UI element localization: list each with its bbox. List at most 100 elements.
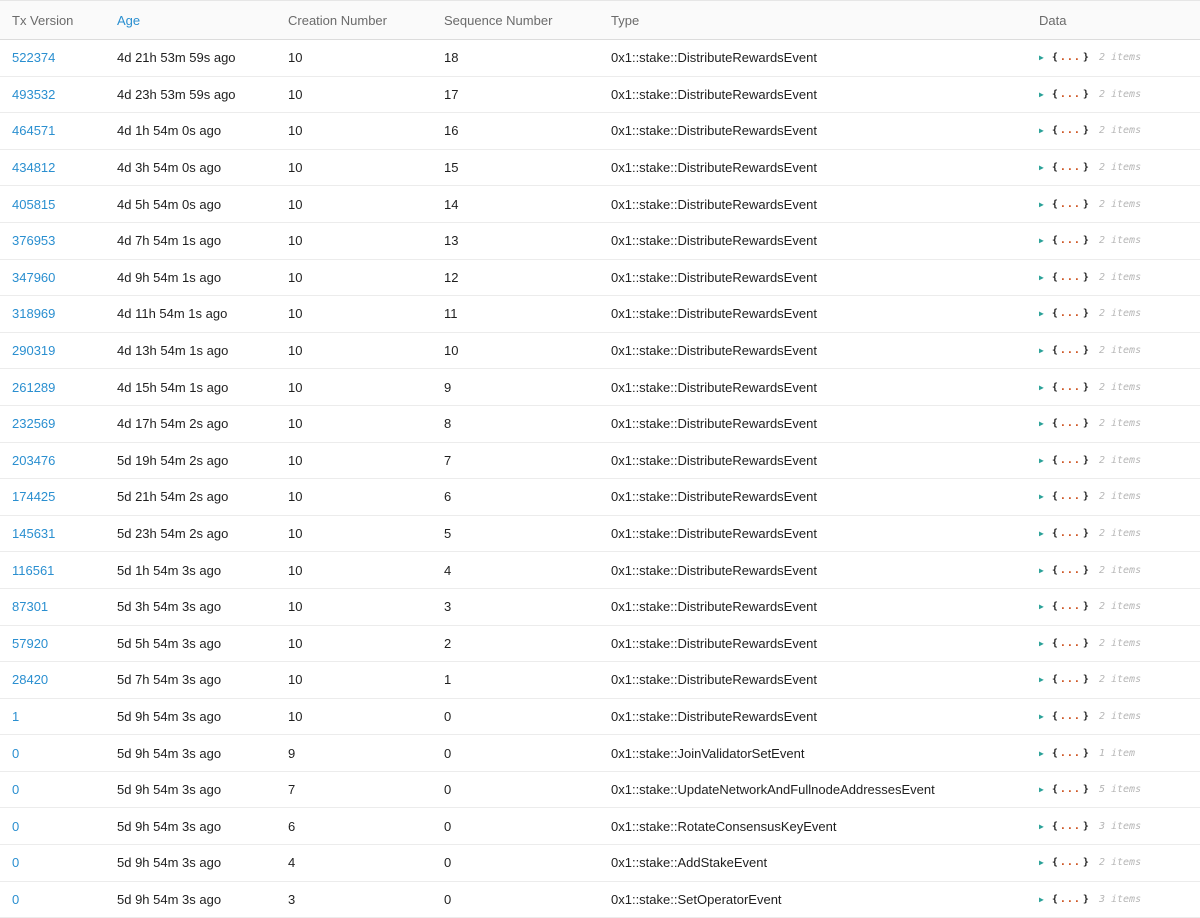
caret-right-icon[interactable]: ▶ — [1039, 200, 1044, 209]
caret-right-icon[interactable]: ▶ — [1039, 566, 1044, 575]
caret-right-icon[interactable]: ▶ — [1039, 639, 1044, 648]
tx-version-link[interactable]: 28420 — [12, 672, 48, 687]
brace-close[interactable]: } — [1083, 382, 1089, 393]
ellipsis-icon[interactable]: ... — [1060, 382, 1081, 393]
ellipsis-icon[interactable]: ... — [1060, 711, 1081, 722]
brace-open[interactable]: { — [1052, 455, 1058, 466]
brace-open[interactable]: { — [1052, 52, 1058, 63]
ellipsis-icon[interactable]: ... — [1060, 857, 1081, 868]
tx-version-link[interactable]: 174425 — [12, 489, 55, 504]
caret-right-icon[interactable]: ▶ — [1039, 53, 1044, 62]
tx-version-link[interactable]: 376953 — [12, 233, 55, 248]
brace-close[interactable]: } — [1083, 491, 1089, 502]
caret-right-icon[interactable]: ▶ — [1039, 712, 1044, 721]
caret-right-icon[interactable]: ▶ — [1039, 163, 1044, 172]
tx-version-link[interactable]: 347960 — [12, 270, 55, 285]
brace-close[interactable]: } — [1083, 674, 1089, 685]
tx-version-link[interactable]: 405815 — [12, 197, 55, 212]
tx-version-link[interactable]: 0 — [12, 819, 19, 834]
brace-close[interactable]: } — [1083, 272, 1089, 283]
brace-close[interactable]: } — [1083, 894, 1089, 905]
brace-open[interactable]: { — [1052, 491, 1058, 502]
brace-open[interactable]: { — [1052, 235, 1058, 246]
ellipsis-icon[interactable]: ... — [1060, 345, 1081, 356]
caret-right-icon[interactable]: ▶ — [1039, 419, 1044, 428]
brace-close[interactable]: } — [1083, 418, 1089, 429]
brace-open[interactable]: { — [1052, 638, 1058, 649]
caret-right-icon[interactable]: ▶ — [1039, 895, 1044, 904]
brace-close[interactable]: } — [1083, 345, 1089, 356]
brace-close[interactable]: } — [1083, 784, 1089, 795]
brace-close[interactable]: } — [1083, 235, 1089, 246]
brace-open[interactable]: { — [1052, 162, 1058, 173]
brace-open[interactable]: { — [1052, 565, 1058, 576]
ellipsis-icon[interactable]: ... — [1060, 565, 1081, 576]
brace-open[interactable]: { — [1052, 711, 1058, 722]
brace-close[interactable]: } — [1083, 308, 1089, 319]
brace-open[interactable]: { — [1052, 345, 1058, 356]
tx-version-link[interactable]: 0 — [12, 855, 19, 870]
brace-close[interactable]: } — [1083, 711, 1089, 722]
brace-close[interactable]: } — [1083, 125, 1089, 136]
ellipsis-icon[interactable]: ... — [1060, 89, 1081, 100]
tx-version-link[interactable]: 145631 — [12, 526, 55, 541]
col-header-age[interactable]: Age — [105, 0, 276, 40]
tx-version-link[interactable]: 261289 — [12, 380, 55, 395]
tx-version-link[interactable]: 493532 — [12, 87, 55, 102]
tx-version-link[interactable]: 0 — [12, 746, 19, 761]
tx-version-link[interactable]: 1 — [12, 709, 19, 724]
brace-close[interactable]: } — [1083, 601, 1089, 612]
tx-version-link[interactable]: 318969 — [12, 306, 55, 321]
brace-close[interactable]: } — [1083, 638, 1089, 649]
ellipsis-icon[interactable]: ... — [1060, 162, 1081, 173]
brace-open[interactable]: { — [1052, 125, 1058, 136]
brace-close[interactable]: } — [1083, 821, 1089, 832]
ellipsis-icon[interactable]: ... — [1060, 52, 1081, 63]
tx-version-link[interactable]: 0 — [12, 782, 19, 797]
tx-version-link[interactable]: 116561 — [12, 563, 54, 578]
col-header-tx-version[interactable]: Tx Version — [0, 0, 105, 40]
brace-close[interactable]: } — [1083, 162, 1089, 173]
tx-version-link[interactable]: 434812 — [12, 160, 55, 175]
ellipsis-icon[interactable]: ... — [1060, 308, 1081, 319]
ellipsis-icon[interactable]: ... — [1060, 272, 1081, 283]
brace-open[interactable]: { — [1052, 674, 1058, 685]
brace-open[interactable]: { — [1052, 784, 1058, 795]
ellipsis-icon[interactable]: ... — [1060, 674, 1081, 685]
brace-open[interactable]: { — [1052, 382, 1058, 393]
caret-right-icon[interactable]: ▶ — [1039, 492, 1044, 501]
brace-open[interactable]: { — [1052, 308, 1058, 319]
caret-right-icon[interactable]: ▶ — [1039, 90, 1044, 99]
ellipsis-icon[interactable]: ... — [1060, 784, 1081, 795]
brace-open[interactable]: { — [1052, 89, 1058, 100]
caret-right-icon[interactable]: ▶ — [1039, 529, 1044, 538]
ellipsis-icon[interactable]: ... — [1060, 528, 1081, 539]
caret-right-icon[interactable]: ▶ — [1039, 858, 1044, 867]
brace-open[interactable]: { — [1052, 601, 1058, 612]
caret-right-icon[interactable]: ▶ — [1039, 822, 1044, 831]
brace-close[interactable]: } — [1083, 565, 1089, 576]
tx-version-link[interactable]: 290319 — [12, 343, 55, 358]
caret-right-icon[interactable]: ▶ — [1039, 785, 1044, 794]
ellipsis-icon[interactable]: ... — [1060, 125, 1081, 136]
brace-open[interactable]: { — [1052, 894, 1058, 905]
ellipsis-icon[interactable]: ... — [1060, 199, 1081, 210]
ellipsis-icon[interactable]: ... — [1060, 491, 1081, 502]
tx-version-link[interactable]: 57920 — [12, 636, 48, 651]
ellipsis-icon[interactable]: ... — [1060, 601, 1081, 612]
brace-close[interactable]: } — [1083, 52, 1089, 63]
ellipsis-icon[interactable]: ... — [1060, 638, 1081, 649]
caret-right-icon[interactable]: ▶ — [1039, 309, 1044, 318]
tx-version-link[interactable]: 0 — [12, 892, 19, 907]
caret-right-icon[interactable]: ▶ — [1039, 383, 1044, 392]
ellipsis-icon[interactable]: ... — [1060, 894, 1081, 905]
brace-close[interactable]: } — [1083, 89, 1089, 100]
tx-version-link[interactable]: 464571 — [12, 123, 55, 138]
caret-right-icon[interactable]: ▶ — [1039, 273, 1044, 282]
ellipsis-icon[interactable]: ... — [1060, 455, 1081, 466]
tx-version-link[interactable]: 203476 — [12, 453, 55, 468]
tx-version-link[interactable]: 232569 — [12, 416, 55, 431]
caret-right-icon[interactable]: ▶ — [1039, 236, 1044, 245]
brace-close[interactable]: } — [1083, 199, 1089, 210]
brace-close[interactable]: } — [1083, 748, 1089, 759]
